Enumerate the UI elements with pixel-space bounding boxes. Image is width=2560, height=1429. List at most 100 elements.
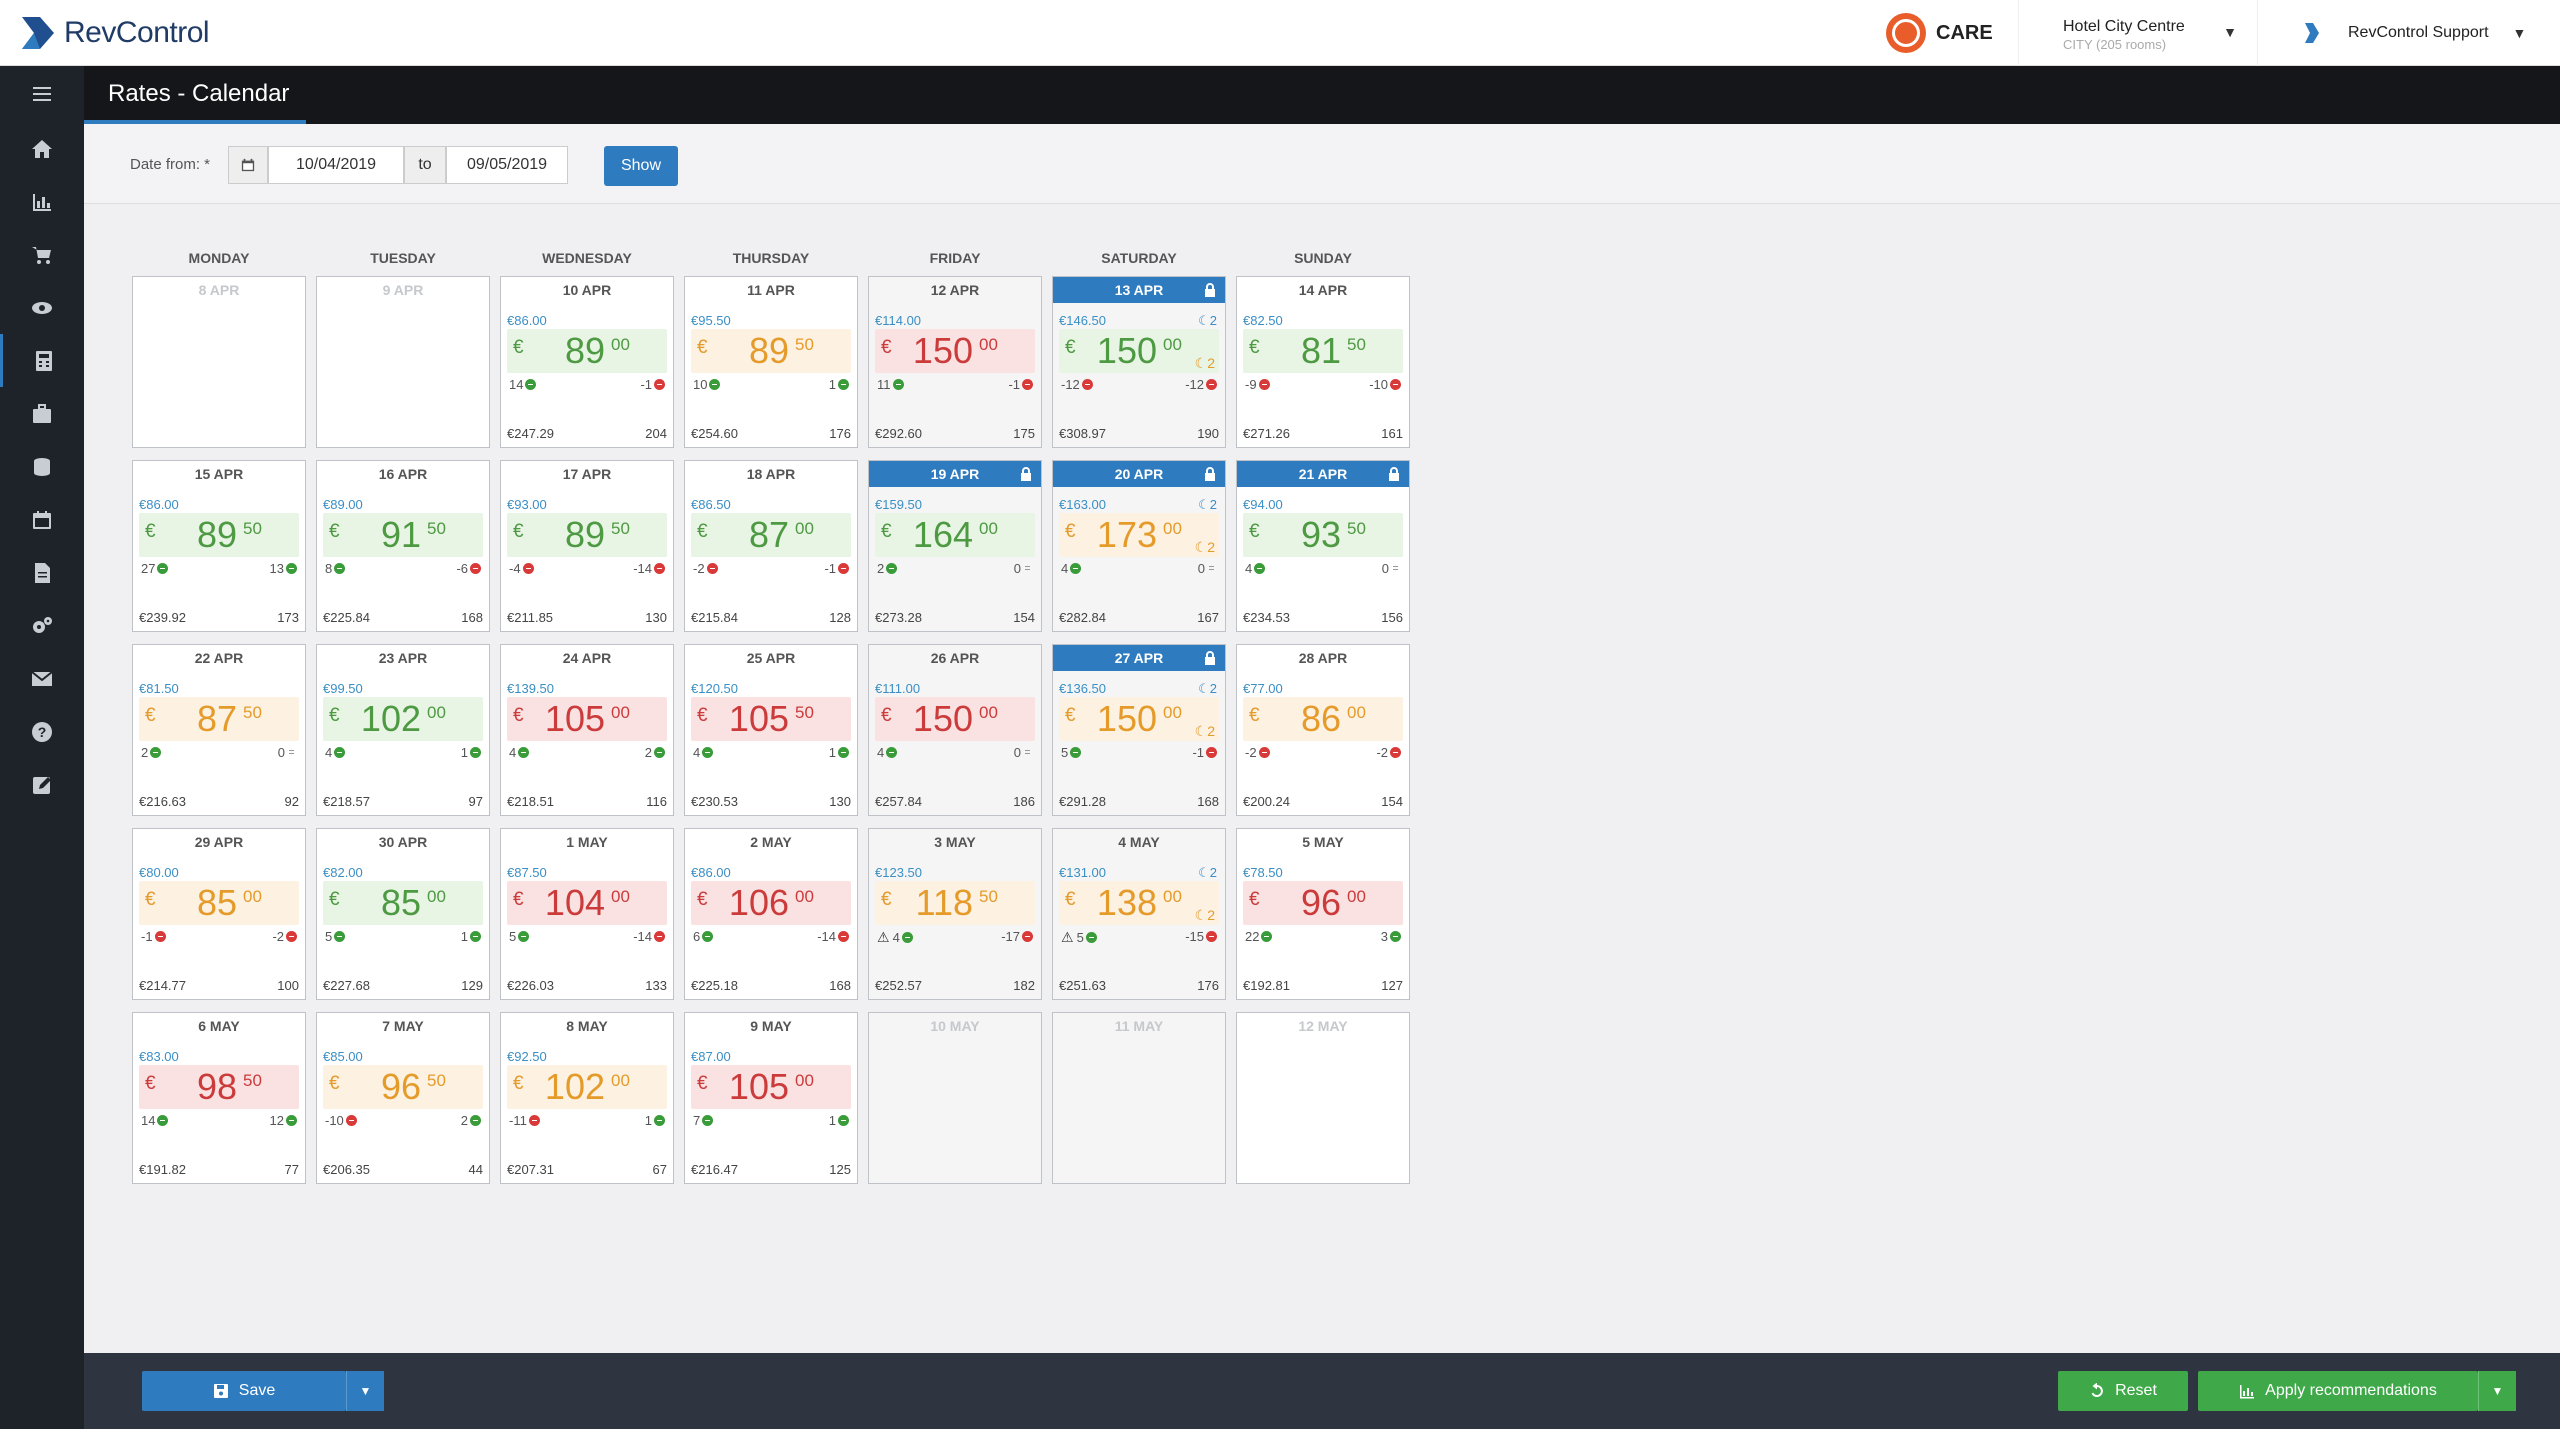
- calendar-day-cell[interactable]: 15 APR €86.00 €89 50 27 13 €239.92 173: [132, 460, 306, 632]
- calculator-icon[interactable]: [0, 334, 84, 387]
- reset-button[interactable]: Reset: [2058, 1371, 2188, 1411]
- rate-value[interactable]: €93 50: [1243, 513, 1403, 557]
- calendar-day-cell[interactable]: 19 APR €159.50 €164 00 2 0 €273.28 154: [868, 460, 1042, 632]
- calendar-day-cell[interactable]: 9 MAY €87.00 €105 00 7 1 €216.47 125: [684, 1012, 858, 1184]
- calendar-day-cell[interactable]: 2 MAY €86.00 €106 00 6 -14 €225.18 168: [684, 828, 858, 1000]
- document-icon[interactable]: [0, 546, 84, 599]
- calendar-day-cell[interactable]: 26 APR €111.00 €150 00 4 0 €257.84 186: [868, 644, 1042, 816]
- date-to-input[interactable]: 09/05/2019: [446, 146, 568, 184]
- menu-toggle-icon[interactable]: [0, 66, 84, 122]
- rate-value[interactable]: €96 00: [1243, 881, 1403, 925]
- rate-value[interactable]: €87 50: [139, 697, 299, 741]
- day-date-text: 7 MAY: [382, 1018, 424, 1034]
- help-icon[interactable]: ?: [0, 705, 84, 758]
- calendar-day-cell[interactable]: 5 MAY €78.50 €96 00 22 3 €192.81 127: [1236, 828, 1410, 1000]
- care-link[interactable]: CARE: [1886, 12, 1993, 54]
- rate-value[interactable]: €102 00: [323, 697, 483, 741]
- rate-value[interactable]: €102 00: [507, 1065, 667, 1109]
- moon-icon: ☾2: [1194, 907, 1215, 923]
- rate-integer: 98: [196, 1066, 237, 1107]
- chart-icon[interactable]: [0, 175, 84, 228]
- rate-value[interactable]: €81 50: [1243, 329, 1403, 373]
- day-date-text: 14 APR: [1298, 282, 1348, 298]
- calendar-day-cell[interactable]: 18 APR €86.50 €87 00 -2 -1 €215.84 128: [684, 460, 858, 632]
- calendar-day-cell[interactable]: 12 APR €114.00 €150 00 11 -1 €292.60 175: [868, 276, 1042, 448]
- cart-icon[interactable]: [0, 228, 84, 281]
- currency-symbol: €: [513, 705, 524, 726]
- settings-icon[interactable]: [0, 599, 84, 652]
- hotel-selector[interactable]: Hotel City Centre CITY (205 rooms) ▼: [2018, 0, 2258, 66]
- calendar-day-cell[interactable]: 8 MAY €92.50 €102 00 -11 1 €207.31 67: [500, 1012, 674, 1184]
- revenue-value: €271.26: [1243, 426, 1290, 441]
- calendar-icon[interactable]: [0, 493, 84, 546]
- save-button[interactable]: Save: [142, 1371, 346, 1411]
- briefcase-icon[interactable]: [0, 387, 84, 440]
- rate-value[interactable]: €91 50: [323, 513, 483, 557]
- calendar-day-cell[interactable]: 7 MAY €85.00 €96 50 -10 2 €206.35 44: [316, 1012, 490, 1184]
- rate-value[interactable]: €89 50: [507, 513, 667, 557]
- calendar-day-cell[interactable]: 17 APR €93.00 €89 50 -4 -14 €211.85 130: [500, 460, 674, 632]
- pickup-left: -10: [325, 1113, 357, 1128]
- pickup-left: 4: [1245, 561, 1266, 576]
- pickup-left: 6: [693, 929, 714, 944]
- pickup-right-value: 12: [269, 1113, 284, 1128]
- rate-value[interactable]: €89 50: [139, 513, 299, 557]
- rate-value[interactable]: €150 00: [875, 329, 1035, 373]
- calendar-day-cell[interactable]: 4 MAY €131.00 ☾2 €138 00 ☾2 ⚠ 5 -15 €251.63 176: [1052, 828, 1226, 1000]
- save-options-dropdown[interactable]: ▼: [346, 1371, 384, 1411]
- apply-options-dropdown[interactable]: ▼: [2478, 1371, 2516, 1411]
- rate-decimal: 00: [1163, 887, 1182, 907]
- rate-value[interactable]: €105 00: [507, 697, 667, 741]
- database-icon[interactable]: [0, 440, 84, 493]
- user-menu[interactable]: RevControl Support ▼: [2290, 0, 2560, 66]
- rate-value[interactable]: €106 00: [691, 881, 851, 925]
- calendar-day-cell[interactable]: 13 APR €146.50 ☾2 €150 00 ☾2 -12 -12 €308.97 190: [1052, 276, 1226, 448]
- calendar-day-cell[interactable]: 25 APR €120.50 €105 50 4 1 €230.53 130: [684, 644, 858, 816]
- calendar-day-cell[interactable]: 29 APR €80.00 €85 00 -1 -2 €214.77 100: [132, 828, 306, 1000]
- rate-value[interactable]: €89 00: [507, 329, 667, 373]
- eye-icon[interactable]: [0, 281, 84, 334]
- calendar-day-cell[interactable]: 6 MAY €83.00 €98 50 14 12 €191.82 77: [132, 1012, 306, 1184]
- rate-value[interactable]: €85 00: [323, 881, 483, 925]
- base-rate: €78.50: [1243, 865, 1283, 880]
- calendar-day-cell[interactable]: 16 APR €89.00 €91 50 8 -6 €225.84 168: [316, 460, 490, 632]
- trend-down-icon: [1206, 747, 1217, 758]
- calendar-day-cell[interactable]: 23 APR €99.50 €102 00 4 1 €218.57 97: [316, 644, 490, 816]
- edit-icon[interactable]: [0, 758, 84, 811]
- calendar-day-cell[interactable]: 1 MAY €87.50 €104 00 5 -14 €226.03 133: [500, 828, 674, 1000]
- calendar-day-cell[interactable]: 28 APR €77.00 €86 00 -2 -2 €200.24 154: [1236, 644, 1410, 816]
- home-icon[interactable]: [0, 122, 84, 175]
- rate-value[interactable]: €89 50: [691, 329, 851, 373]
- rate-value[interactable]: €98 50: [139, 1065, 299, 1109]
- calendar-day-cell[interactable]: 3 MAY €123.50 €118 50 ⚠ 4 -17 €252.57 182: [868, 828, 1042, 1000]
- revenue-value: €226.03: [507, 978, 554, 993]
- rate-value[interactable]: €96 50: [323, 1065, 483, 1109]
- calendar-day-cell[interactable]: 22 APR €81.50 €87 50 2 0 €216.63 92: [132, 644, 306, 816]
- rate-value[interactable]: €104 00: [507, 881, 667, 925]
- calendar-day-cell[interactable]: 24 APR €139.50 €105 00 4 2 €218.51 116: [500, 644, 674, 816]
- rate-value[interactable]: €118 50: [875, 881, 1035, 925]
- rate-value[interactable]: €105 00: [691, 1065, 851, 1109]
- calendar-day-cell[interactable]: 30 APR €82.00 €85 00 5 1 €227.68 129: [316, 828, 490, 1000]
- rate-value[interactable]: €105 50: [691, 697, 851, 741]
- app-logo[interactable]: RevControl: [18, 12, 210, 54]
- calendar-picker-icon[interactable]: [228, 146, 268, 184]
- moon-count: 2: [1207, 723, 1215, 739]
- date-from-input[interactable]: 10/04/2019: [268, 146, 404, 184]
- rate-value[interactable]: €164 00: [875, 513, 1035, 557]
- apply-recommendations-button[interactable]: Apply recommendations: [2198, 1371, 2478, 1411]
- calendar-day-cell[interactable]: 20 APR €163.00 ☾2 €173 00 ☾2 4 0 €282.84 167: [1052, 460, 1226, 632]
- calendar-day-cell[interactable]: 21 APR €94.00 €93 50 4 0 €234.53 156: [1236, 460, 1410, 632]
- calendar-day-cell[interactable]: 10 APR €86.00 €89 00 14 -1 €247.29 204: [500, 276, 674, 448]
- mail-icon[interactable]: [0, 652, 84, 705]
- rate-value[interactable]: €85 00: [139, 881, 299, 925]
- calendar-day-cell[interactable]: 27 APR €136.50 ☾2 €150 00 ☾2 5 -1 €291.28 168: [1052, 644, 1226, 816]
- calendar-day-cell[interactable]: 11 APR €95.50 €89 50 10 1 €254.60 176: [684, 276, 858, 448]
- rate-value[interactable]: €150 00: [875, 697, 1035, 741]
- base-rate: €111.00: [875, 681, 921, 696]
- rate-value[interactable]: €87 00: [691, 513, 851, 557]
- calendar-day-cell[interactable]: 14 APR €82.50 €81 50 -9 -10 €271.26 161: [1236, 276, 1410, 448]
- day-date: 24 APR: [501, 645, 673, 671]
- rate-value[interactable]: €86 00: [1243, 697, 1403, 741]
- show-button[interactable]: Show: [604, 146, 678, 186]
